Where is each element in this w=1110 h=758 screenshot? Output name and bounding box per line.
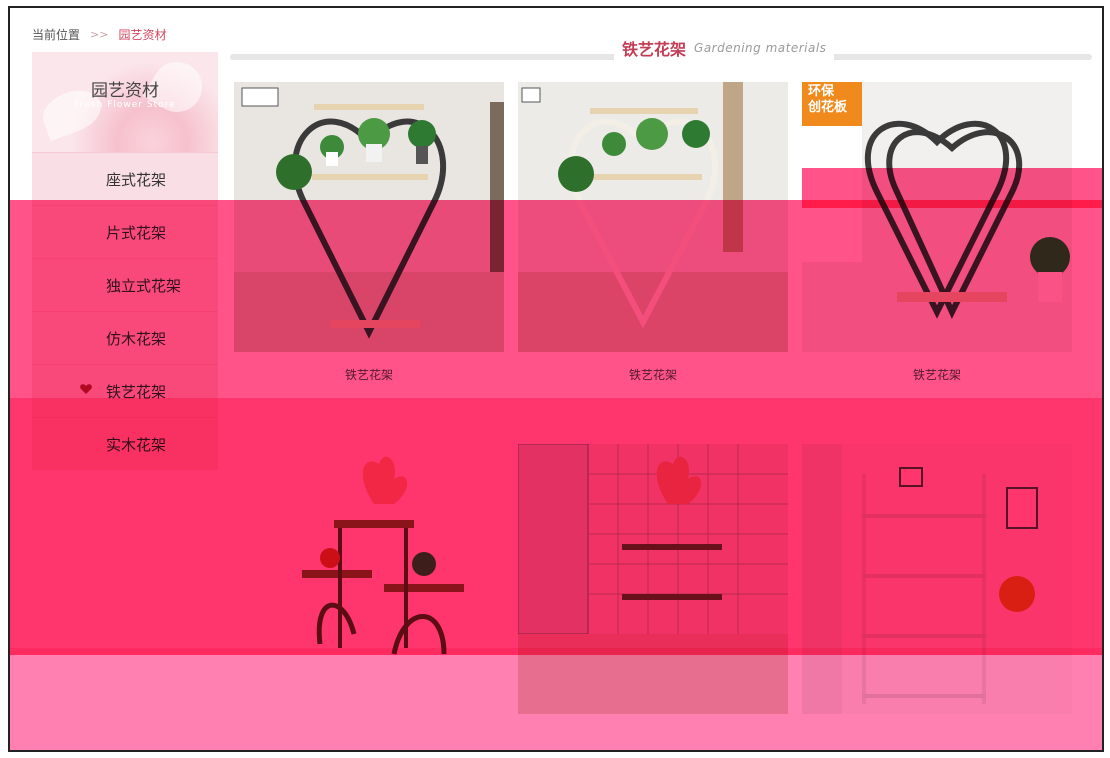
sidebar-item-iron-art[interactable]: 铁艺花架 (32, 364, 218, 417)
product-caption[interactable]: 铁艺花架 (518, 366, 788, 383)
product-image-tiered-round-stand[interactable] (234, 444, 504, 714)
sidebar-item-label: 座式花架 (106, 170, 167, 189)
heart-icon (80, 384, 92, 394)
promo-badge: 环保 创花板 (808, 84, 847, 116)
product-image-square-stand-grid-wall[interactable] (518, 444, 788, 714)
sidebar-subtitle: Fresh Flower Store (74, 100, 176, 110)
sidebar-item-solid-wood[interactable]: 实木花架 (32, 417, 218, 470)
category-sidebar: 园艺资材 Fresh Flower Store 座式花架 片式花架 独立式花架 … (32, 52, 218, 470)
sidebar-title: 园艺资材 (91, 81, 159, 101)
sidebar-item-faux-wood[interactable]: 仿木花架 (32, 311, 218, 364)
breadcrumb-separator: >> (90, 28, 109, 41)
sidebar-item-panel-stand[interactable]: 片式花架 (32, 205, 218, 258)
promo-badge-line2: 创花板 (808, 100, 848, 115)
breadcrumb-current-link[interactable]: 园艺资材 (118, 26, 166, 43)
sidebar-item-label: 独立式花架 (106, 276, 182, 295)
product-caption[interactable]: 铁艺花架 (234, 366, 504, 383)
product-image-heart-shelf-white[interactable] (518, 82, 788, 352)
section-title: 铁艺花架 Gardening materials (614, 36, 835, 60)
page-frame: 当前位置 >> 园艺资材 铁艺花架 Gardening materials 园艺… (8, 6, 1104, 752)
breadcrumb: 当前位置 >> 园艺资材 (32, 26, 166, 43)
sidebar-item-label: 实木花架 (106, 435, 167, 454)
promo-badge-line1: 环保 (808, 84, 835, 99)
product-image-tall-white-shelf[interactable] (802, 444, 1072, 714)
sidebar-header: 园艺资材 Fresh Flower Store (32, 52, 218, 152)
product-image-heart-shelf-promo[interactable]: 环保 创花板 (802, 82, 1072, 352)
sidebar-item-freestanding[interactable]: 独立式花架 (32, 258, 218, 311)
section-title-en: Gardening materials (694, 41, 827, 55)
section-title-cn: 铁艺花架 (622, 40, 687, 59)
sidebar-item-seat-stand[interactable]: 座式花架 (32, 152, 218, 205)
breadcrumb-label: 当前位置 (32, 28, 81, 42)
sidebar-item-label: 仿木花架 (106, 329, 167, 348)
sidebar-item-label: 片式花架 (106, 223, 167, 242)
sidebar-item-label: 铁艺花架 (106, 382, 167, 401)
product-caption[interactable]: 铁艺花架 (802, 366, 1072, 383)
product-image-heart-shelf-black[interactable] (234, 82, 504, 352)
